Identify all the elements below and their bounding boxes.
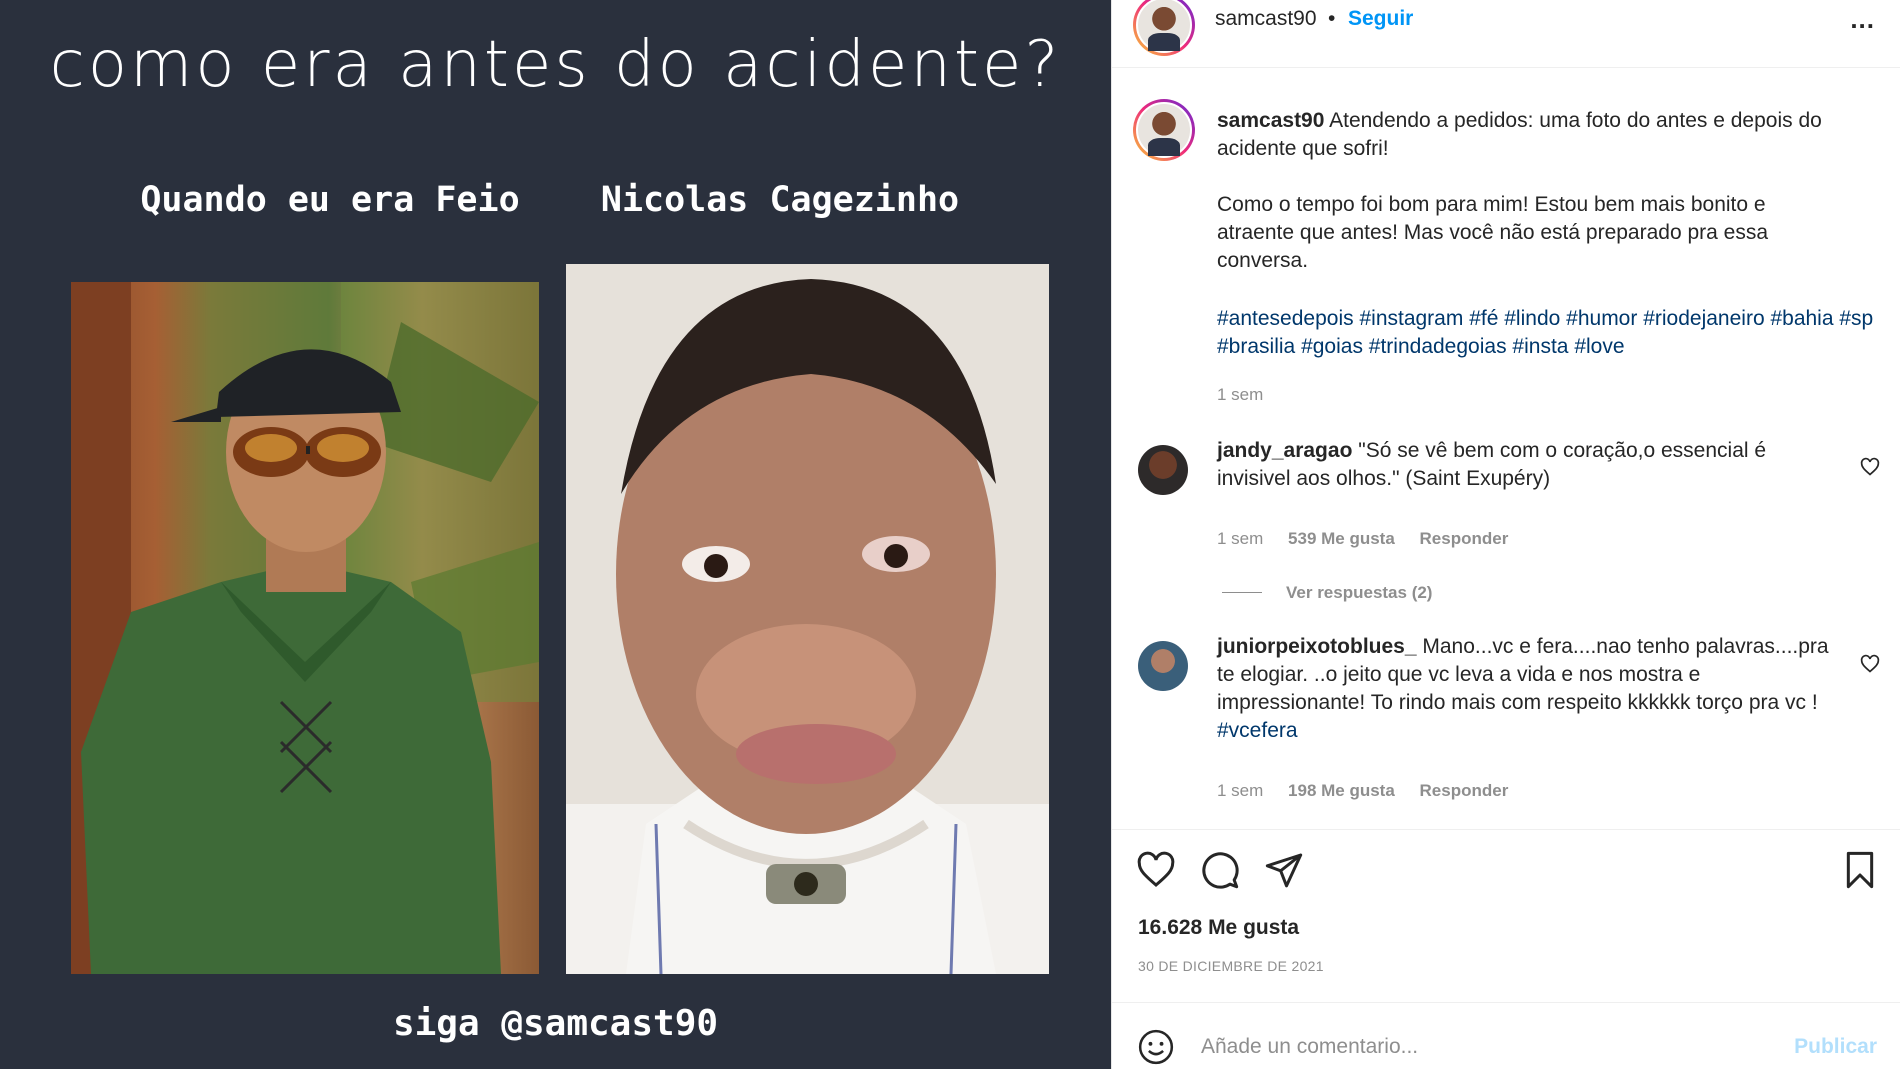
separator-dot: • (1328, 7, 1336, 30)
post-date[interactable]: 30 DE DICIEMBRE DE 2021 (1138, 958, 1324, 974)
comment-2-text: juniorpeixotoblues_ Mano...vc e fera....… (1217, 633, 1847, 745)
comment-avatar-junior[interactable] (1138, 641, 1188, 691)
caption-paragraph: Como o tempo foi bom para mim! Estou bem… (1217, 193, 1769, 272)
comment-1-meta: 1 sem 539 Me gusta Responder (1217, 529, 1508, 549)
publish-button[interactable]: Publicar (1794, 1035, 1877, 1059)
hashtag-link[interactable]: #lindo (1504, 307, 1560, 330)
more-options-icon[interactable]: ... (1850, 4, 1875, 35)
post-media[interactable]: como era antes do acidente? Quando eu er… (0, 0, 1111, 1069)
comment-1-like-icon[interactable] (1860, 457, 1880, 477)
comment-2-reply[interactable]: Responder (1420, 781, 1509, 800)
comment-1-likes[interactable]: 539 Me gusta (1288, 529, 1395, 548)
comment-input[interactable]: Añade un comentario... (1201, 1035, 1418, 1059)
likes-count[interactable]: 16.628 Me gusta (1138, 916, 1299, 940)
hashtag-link[interactable]: #humor (1566, 307, 1637, 330)
hashtag-link[interactable]: #sp (1839, 307, 1873, 330)
comment-2-meta: 1 sem 198 Me gusta Responder (1217, 781, 1508, 801)
comment-2-username[interactable]: juniorpeixotoblues_ (1217, 635, 1417, 658)
share-send-icon[interactable] (1264, 850, 1304, 890)
caption-time[interactable]: 1 sem (1217, 385, 1263, 405)
emoji-icon[interactable] (1137, 1028, 1175, 1066)
view-replies-button[interactable]: Ver respuestas (2) (1286, 583, 1432, 603)
media-footer-handle: siga @samcast90 (392, 1003, 719, 1044)
media-caption-before: Quando eu era Feio (140, 180, 520, 220)
hashtag-link[interactable]: #fé (1469, 307, 1498, 330)
comment-1-reply[interactable]: Responder (1420, 529, 1509, 548)
comment-2-likes[interactable]: 198 Me gusta (1288, 781, 1395, 800)
author-avatar[interactable] (1133, 0, 1195, 56)
hashtag-link[interactable]: #antesedepois (1217, 307, 1354, 330)
hashtag-link[interactable]: #love (1574, 335, 1624, 358)
add-comment-bar: Añade un comentario... Publicar (1112, 1002, 1900, 1069)
author-username[interactable]: samcast90 (1215, 7, 1317, 31)
caption-avatar[interactable] (1133, 99, 1195, 161)
comment-1-time[interactable]: 1 sem (1217, 529, 1263, 548)
like-heart-icon[interactable] (1136, 850, 1176, 890)
media-caption-after: Nicolas Cagezinho (600, 180, 960, 220)
comment-1-username[interactable]: jandy_aragao (1217, 439, 1352, 462)
comment-2-hashtag[interactable]: #vcefera (1217, 719, 1298, 742)
comment-2-like-icon[interactable] (1860, 654, 1880, 674)
comment-bubble-icon[interactable] (1200, 850, 1240, 890)
post-actions: 16.628 Me gusta 30 DE DICIEMBRE DE 2021 (1112, 829, 1900, 999)
hashtag-link[interactable]: #goias (1301, 335, 1363, 358)
comment-1-text: jandy_aragao "Só se vê bem com o coração… (1217, 437, 1807, 493)
caption-hashtags: #antesedepois #instagram #fé #lindo #hum… (1217, 305, 1887, 361)
hashtag-link[interactable]: #instagram (1359, 307, 1463, 330)
post-caption: samcast90 Atendendo a pedidos: uma foto … (1217, 107, 1877, 163)
post-header: samcast90 • Seguir ... (1112, 0, 1900, 68)
hashtag-link[interactable]: #insta (1512, 335, 1568, 358)
comments-scroll-area[interactable]: samcast90 Atendendo a pedidos: uma foto … (1112, 69, 1900, 829)
photo-after (566, 264, 1049, 974)
comment-avatar-jandy[interactable] (1138, 445, 1188, 495)
follow-button[interactable]: Seguir (1348, 7, 1413, 31)
hashtag-link[interactable]: #riodejaneiro (1643, 307, 1764, 330)
post-sidebar: samcast90 • Seguir ... samcast90 Atenden… (1111, 0, 1900, 1069)
save-bookmark-icon[interactable] (1840, 850, 1880, 890)
caption-username[interactable]: samcast90 (1217, 109, 1324, 132)
replies-divider (1222, 592, 1262, 593)
comment-2-time[interactable]: 1 sem (1217, 781, 1263, 800)
hashtag-link[interactable]: #trindadegoias (1369, 335, 1507, 358)
media-headline: como era antes do acidente? (49, 28, 1062, 102)
hashtag-link[interactable]: #bahia (1770, 307, 1833, 330)
hashtag-link[interactable]: #brasilia (1217, 335, 1295, 358)
photo-before (71, 282, 539, 974)
